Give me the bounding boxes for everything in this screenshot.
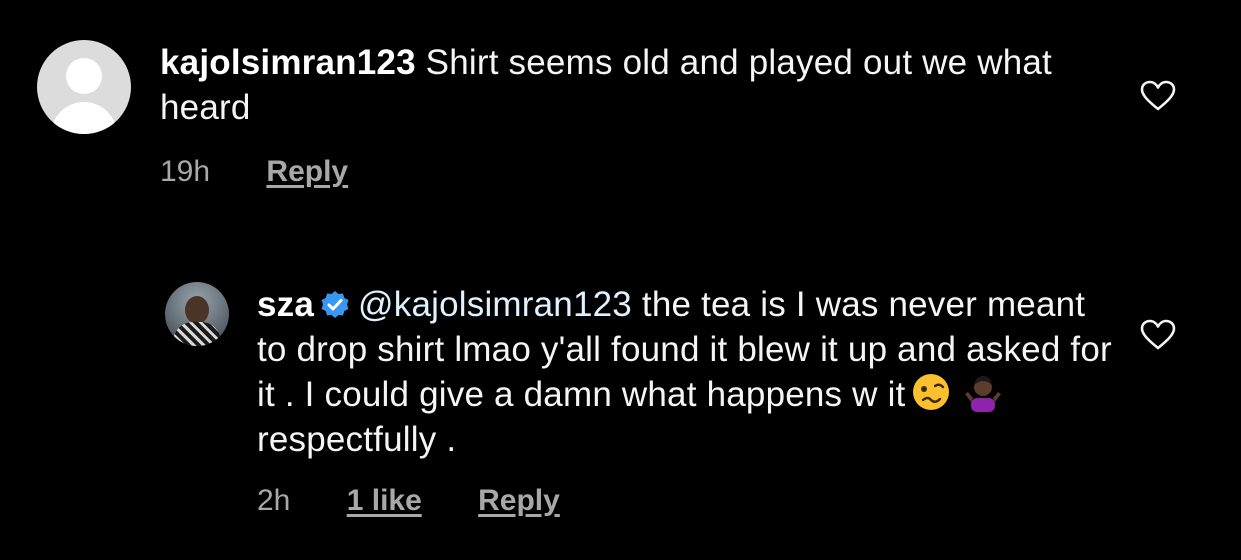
avatar-body bbox=[173, 322, 221, 346]
mention-link[interactable]: @kajolsimran123 bbox=[358, 285, 632, 324]
comment-kajolsimran123: kajolsimran123 Shirt seems old and playe… bbox=[37, 40, 1217, 200]
comment-meta: 2h 1 like Reply bbox=[257, 483, 608, 519]
profile-photo[interactable] bbox=[165, 282, 229, 346]
timestamp: 2h bbox=[257, 484, 291, 517]
comment-body-end: respectfully . bbox=[257, 420, 457, 459]
comment-text: sza @kajolsimran123 the tea is I was nev… bbox=[257, 282, 1117, 462]
verified-badge-icon bbox=[321, 291, 349, 318]
comment-sza: sza @kajolsimran123 the tea is I was nev… bbox=[165, 282, 1217, 532]
comment-meta: 19h Reply bbox=[160, 154, 396, 190]
comment-text: kajolsimran123 Shirt seems old and playe… bbox=[160, 40, 1060, 130]
avatar-head bbox=[66, 58, 102, 94]
username[interactable]: sza bbox=[257, 285, 314, 324]
avatar-shoulders bbox=[51, 102, 117, 134]
avatar-face bbox=[185, 296, 209, 324]
timestamp: 19h bbox=[160, 155, 211, 188]
username[interactable]: kajolsimran123 bbox=[160, 43, 416, 82]
likes-count-button[interactable]: 1 like bbox=[347, 484, 422, 517]
reply-button[interactable]: Reply bbox=[478, 484, 560, 517]
person-shrugging-emoji bbox=[965, 376, 1002, 412]
heart-outline-icon[interactable] bbox=[1140, 80, 1176, 112]
woozy-face-emoji bbox=[913, 374, 950, 410]
reply-button[interactable]: Reply bbox=[266, 155, 348, 188]
heart-outline-icon[interactable] bbox=[1140, 319, 1176, 351]
default-avatar-icon[interactable] bbox=[37, 40, 131, 134]
